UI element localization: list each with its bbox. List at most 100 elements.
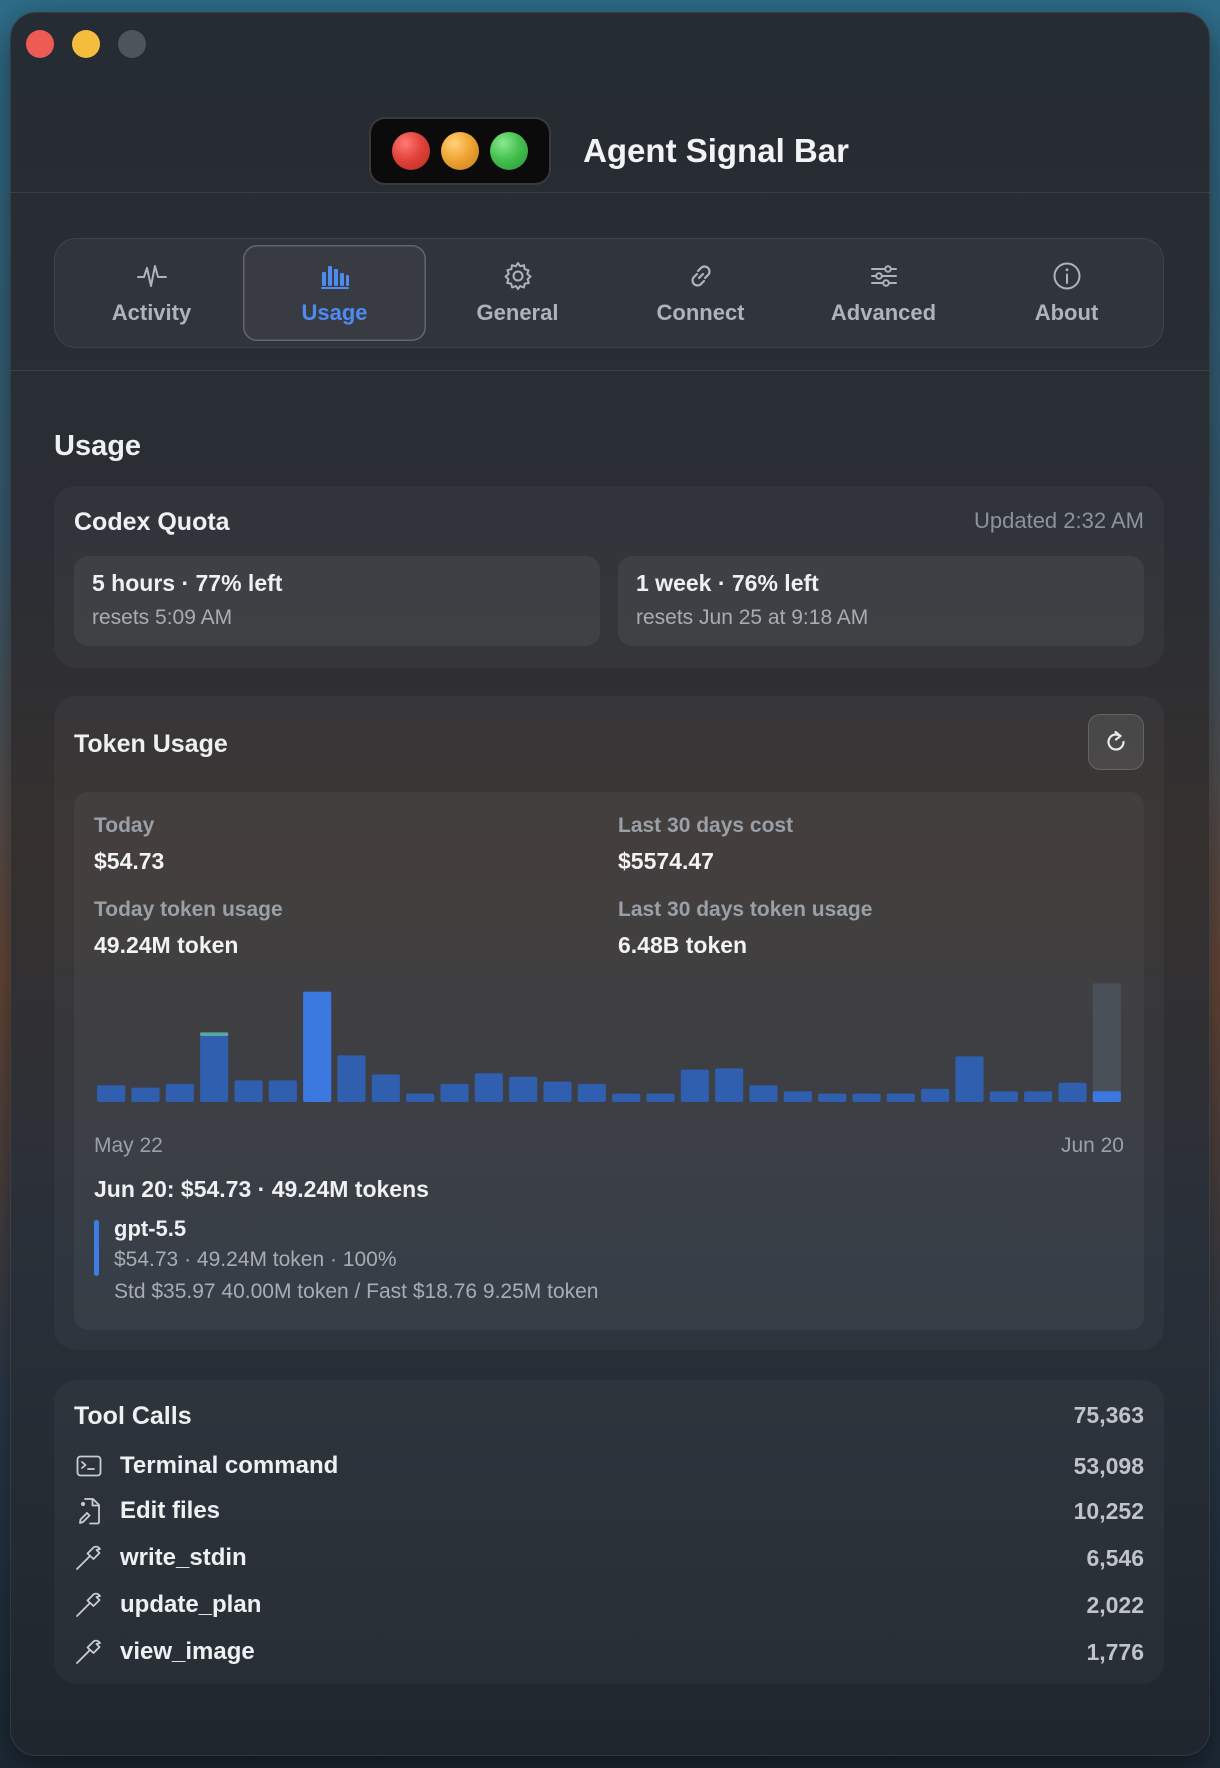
chart-bar[interactable] xyxy=(921,1088,950,1102)
tab-advanced-label: Advanced xyxy=(830,300,937,325)
chart-bar[interactable] xyxy=(783,1091,812,1102)
chart-bar[interactable] xyxy=(543,1081,572,1102)
chart-bar[interactable] xyxy=(646,1093,675,1102)
chart-bar[interactable] xyxy=(406,1093,435,1102)
header-divider xyxy=(10,192,1210,193)
tool-row-edit-files: Edit files 10,252 xyxy=(74,1491,1144,1531)
today-tokens-value: 49.24M token xyxy=(94,932,239,958)
tab-usage[interactable]: Usage xyxy=(243,245,426,341)
tab-usage-label: Usage xyxy=(301,300,368,325)
tool-calls-card: Tool Calls 75,363 Terminal command 53,09… xyxy=(54,1380,1164,1684)
tool-name: Terminal command xyxy=(120,1452,339,1479)
tool-row-write-stdin: write_stdin 6,546 xyxy=(74,1538,1144,1578)
last30-cost-label: Last 30 days cost xyxy=(618,814,794,837)
chart-bar[interactable] xyxy=(1058,1082,1087,1102)
quota-window-1w: 1 week · 76% left resets Jun 25 at 9:18 … xyxy=(618,556,1144,646)
chart-start-date: May 22 xyxy=(94,1134,163,1157)
last30-tokens-value: 6.48B token xyxy=(618,932,748,958)
tab-bar: Activity Usage General Connect Advanced … xyxy=(54,238,1164,348)
chart-bar[interactable] xyxy=(749,1085,778,1102)
refresh-icon xyxy=(1107,730,1125,751)
gear-icon xyxy=(504,262,531,290)
today-cost-label: Today xyxy=(94,814,155,837)
token-usage-title: Token Usage xyxy=(74,730,228,758)
daily-token-bar-chart xyxy=(97,983,1121,1102)
zoom-window-button[interactable] xyxy=(118,30,146,58)
codex-quota-card: Codex Quota Updated 2:32 AM 5 hours · 77… xyxy=(54,486,1164,668)
chart-bar[interactable] xyxy=(680,1069,709,1102)
chart-bar[interactable] xyxy=(440,1084,469,1102)
chart-bar[interactable] xyxy=(97,1085,126,1102)
quota-window-5h-title: 5 hours · 77% left xyxy=(92,570,283,596)
chart-bar[interactable] xyxy=(852,1093,881,1102)
last30-cost-value: $5574.47 xyxy=(618,848,714,874)
tab-general-label: General xyxy=(476,300,559,325)
tab-about-label: About xyxy=(1034,300,1099,325)
quota-window-1w-reset: resets Jun 25 at 9:18 AM xyxy=(636,606,869,629)
edit-file-icon xyxy=(74,1496,104,1526)
chart-bar[interactable] xyxy=(989,1091,1018,1102)
red-lamp-icon xyxy=(392,132,431,170)
model-name: gpt-5.5 xyxy=(114,1216,187,1241)
tool-name: view_image xyxy=(120,1638,255,1665)
chart-bar[interactable] xyxy=(1024,1091,1053,1102)
tab-activity-label: Activity xyxy=(111,300,192,325)
today-cost-value: $54.73 xyxy=(94,848,165,874)
tool-count: 2,022 xyxy=(1086,1591,1144,1618)
tool-count: 1,776 xyxy=(1086,1638,1144,1665)
app-window: Agent Signal Bar Activity Usage General … xyxy=(10,12,1210,1756)
hammer-icon xyxy=(74,1590,104,1620)
tool-name: Edit files xyxy=(120,1497,221,1524)
tool-row-terminal: Terminal command 53,098 xyxy=(74,1446,1144,1486)
chart-bar[interactable] xyxy=(474,1073,503,1102)
tab-connect-label: Connect xyxy=(656,300,745,325)
tab-activity[interactable]: Activity xyxy=(60,245,243,341)
tool-name: update_plan xyxy=(120,1591,262,1618)
tab-general[interactable]: General xyxy=(426,245,609,341)
green-lamp-icon xyxy=(489,132,528,170)
tool-row-view-image: view_image 1,776 xyxy=(74,1632,1144,1672)
chart-bar[interactable] xyxy=(886,1093,915,1102)
model-breakdown-line: Std $35.97 40.00M token / Fast $18.76 9.… xyxy=(114,1280,599,1303)
model-color-indicator xyxy=(94,1220,99,1276)
quota-window-1w-title: 1 week · 76% left xyxy=(636,570,819,596)
link-icon xyxy=(690,265,711,287)
minimize-window-button[interactable] xyxy=(72,30,100,58)
chart-bar[interactable] xyxy=(303,991,332,1102)
tool-count: 10,252 xyxy=(1073,1497,1144,1524)
close-window-button[interactable] xyxy=(26,30,54,58)
today-tokens-label: Today token usage xyxy=(94,898,283,921)
window-controls xyxy=(26,30,146,58)
bar-chart-icon xyxy=(320,266,349,289)
chart-bar[interactable] xyxy=(577,1084,606,1102)
quota-window-5h: 5 hours · 77% left resets 5:09 AM xyxy=(74,556,600,646)
tool-calls-total: 75,363 xyxy=(1073,1402,1144,1428)
chart-bar[interactable] xyxy=(234,1080,263,1102)
chart-bar[interactable] xyxy=(268,1080,297,1102)
tab-about[interactable]: About xyxy=(975,245,1158,341)
chart-bar[interactable] xyxy=(337,1055,366,1102)
hammer-icon xyxy=(74,1543,104,1573)
tab-connect[interactable]: Connect xyxy=(609,245,792,341)
model-usage-line: $54.73 · 49.24M token · 100% xyxy=(114,1248,397,1271)
traffic-light-logo-icon xyxy=(371,119,550,183)
chart-bar[interactable] xyxy=(165,1084,194,1102)
chart-bar[interactable] xyxy=(200,1036,229,1102)
last30-tokens-label: Last 30 days token usage xyxy=(618,898,873,921)
waveform-icon xyxy=(136,265,167,287)
tab-advanced[interactable]: Advanced xyxy=(792,245,975,341)
chart-bar[interactable] xyxy=(371,1074,400,1102)
tool-name: write_stdin xyxy=(120,1544,247,1571)
chart-bar[interactable] xyxy=(715,1068,744,1102)
chart-bar[interactable] xyxy=(509,1076,538,1102)
refresh-button[interactable] xyxy=(1088,714,1144,770)
chart-bar[interactable] xyxy=(818,1093,847,1102)
chart-bar[interactable] xyxy=(131,1087,160,1102)
tool-row-update-plan: update_plan 2,022 xyxy=(74,1585,1144,1625)
terminal-icon xyxy=(74,1451,104,1481)
chart-bar[interactable] xyxy=(1092,1091,1121,1102)
chart-bar[interactable] xyxy=(612,1093,641,1102)
app-header: Agent Signal Bar xyxy=(10,117,1210,185)
chart-bar[interactable] xyxy=(955,1056,984,1102)
yellow-lamp-icon xyxy=(441,132,480,170)
